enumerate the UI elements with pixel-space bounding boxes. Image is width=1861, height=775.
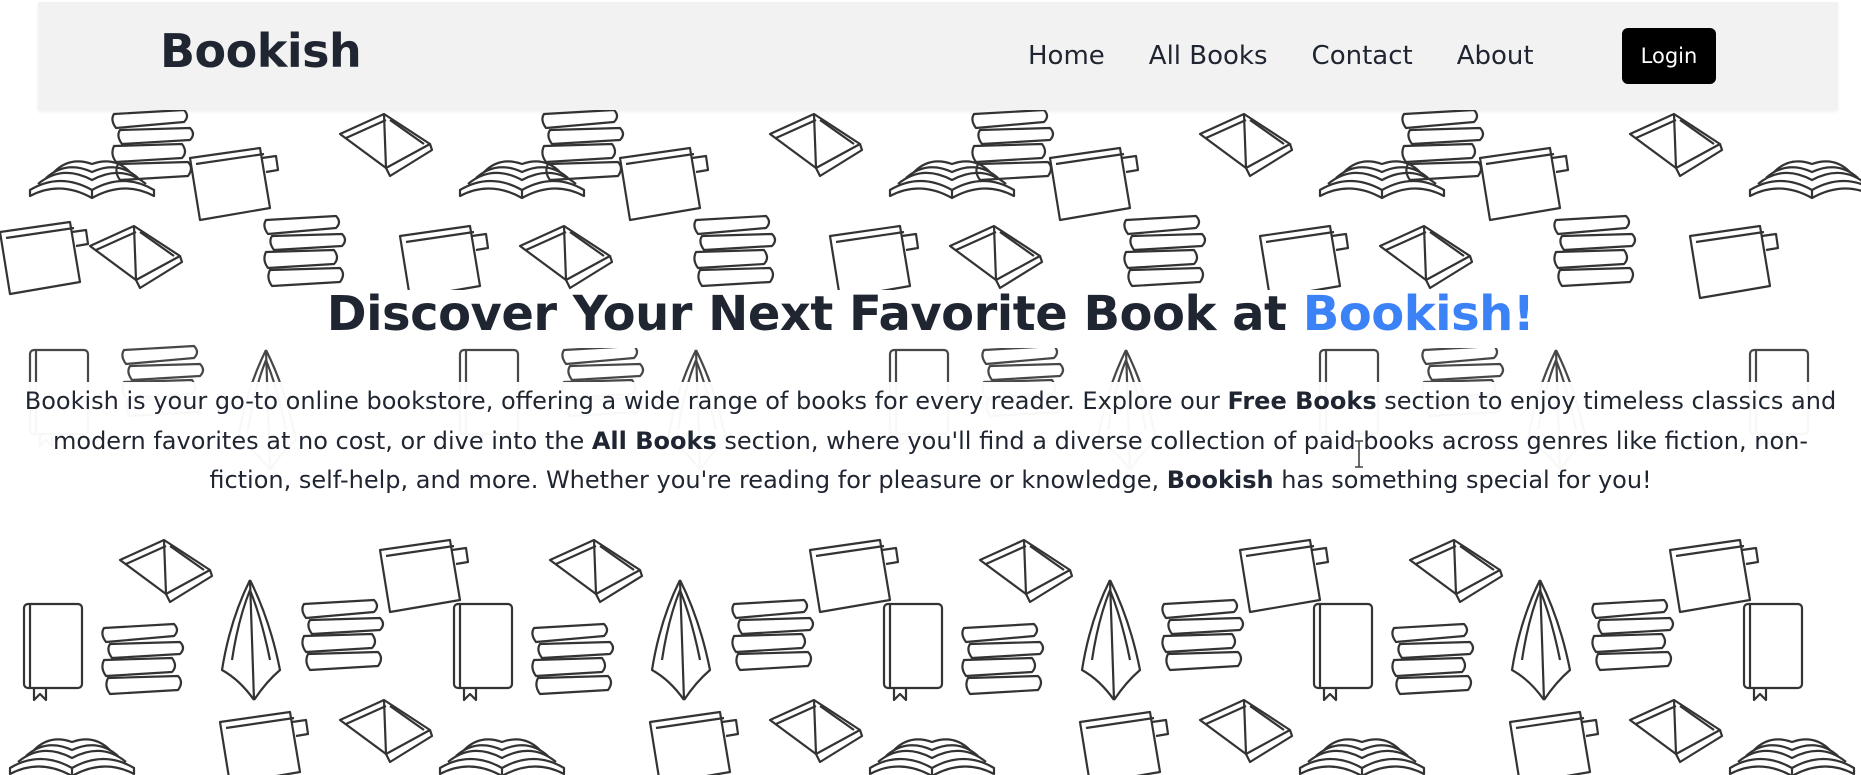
navbar: Bookish Home All Books Contact About Log… xyxy=(38,2,1838,110)
login-button[interactable]: Login xyxy=(1622,28,1716,84)
nav-links: Home All Books Contact About xyxy=(1028,2,1578,110)
hero-title-main: Discover Your Next Favorite Book at xyxy=(326,286,1303,342)
hero-text-part-1: Bookish is your go-to online bookstore, … xyxy=(24,387,1228,415)
closed-book-icon xyxy=(0,146,1780,300)
hero-title-accent: Bookish! xyxy=(1302,286,1535,342)
page: Bookish Home All Books Contact About Log… xyxy=(0,0,1861,775)
free-books-highlight: Free Books xyxy=(1227,387,1377,415)
hero-text-part-4: has something special for you! xyxy=(1273,466,1652,494)
nav-link-home[interactable]: Home xyxy=(1028,41,1105,71)
hero-description: Bookish is your go-to online bookstore, … xyxy=(22,382,1839,501)
bookish-highlight: Bookish xyxy=(1166,466,1274,494)
nav-link-about[interactable]: About xyxy=(1457,41,1534,71)
book-stack-icon xyxy=(111,108,1637,288)
notebook-icon xyxy=(22,602,1804,702)
brand-logo[interactable]: Bookish xyxy=(160,24,362,78)
all-books-highlight: All Books xyxy=(591,426,717,455)
text-cursor-icon xyxy=(1355,440,1363,468)
open-book-icon xyxy=(28,160,1861,200)
hero-title: Discover Your Next Favorite Book at Book… xyxy=(0,286,1861,342)
nav-link-contact[interactable]: Contact xyxy=(1312,41,1413,71)
nav-link-all-books[interactable]: All Books xyxy=(1149,41,1268,71)
